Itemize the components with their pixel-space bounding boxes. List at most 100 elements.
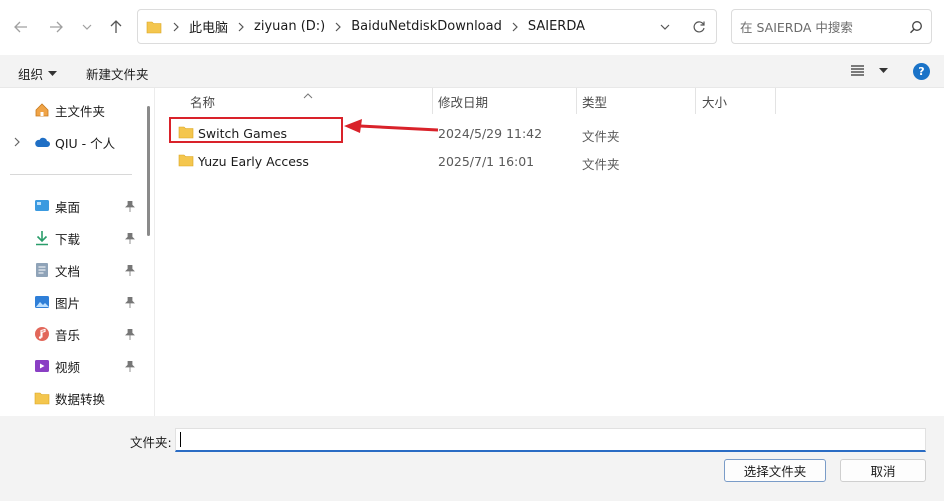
sidebar-item-home[interactable]: 主文件夹 <box>0 97 145 123</box>
folder-field-label: 文件夹: <box>130 435 172 450</box>
home-icon <box>34 102 50 118</box>
organize-menu[interactable]: 组织 <box>18 64 58 83</box>
sidebar-item-videos[interactable]: 视频 <box>0 353 145 379</box>
download-icon <box>34 230 50 246</box>
column-header-name[interactable]: 名称 <box>190 88 215 114</box>
column-divider[interactable] <box>576 88 577 114</box>
pin-icon[interactable] <box>124 200 136 212</box>
breadcrumb-item-drive[interactable]: ziyuan (D:) <box>254 19 325 34</box>
help-icon[interactable]: ? <box>913 63 930 80</box>
picture-icon <box>34 294 50 310</box>
pin-icon[interactable] <box>124 232 136 244</box>
cloud-icon <box>34 134 50 150</box>
sidebar-item-label: 桌面 <box>55 199 81 215</box>
sidebar-item-downloads[interactable]: 下载 <box>0 225 145 251</box>
file-modified: 2024/5/29 11:42 <box>438 126 543 141</box>
sidebar-item-label: 下载 <box>55 231 81 247</box>
file-name: Yuzu Early Access <box>198 154 309 169</box>
up-button[interactable] <box>106 17 126 37</box>
dialog-footer: 文件夹: 选择文件夹 取消 <box>0 416 944 501</box>
list-view-icon <box>851 65 864 76</box>
chevron-down-icon <box>82 24 92 30</box>
column-divider[interactable] <box>432 88 433 114</box>
annotation-arrow-icon <box>344 119 439 133</box>
folder-input[interactable] <box>175 428 926 452</box>
sidebar-item-desktop[interactable]: 桌面 <box>0 193 145 219</box>
back-button[interactable] <box>11 17 31 37</box>
video-icon <box>34 358 50 374</box>
sort-ascending-icon <box>303 88 313 102</box>
sidebar-item-label: 视频 <box>55 359 81 375</box>
chevron-right-icon <box>237 22 245 32</box>
sidebar-item-label: 音乐 <box>55 327 81 343</box>
desktop-icon <box>34 198 50 214</box>
sidebar-item-label: 数据转换 <box>55 391 106 407</box>
pin-icon[interactable] <box>124 328 136 340</box>
column-divider[interactable] <box>695 88 696 114</box>
folder-icon <box>34 390 50 406</box>
arrow-left-icon <box>14 21 27 33</box>
refresh-icon <box>693 20 705 32</box>
sidebar-item-pictures[interactable]: 图片 <box>0 289 145 315</box>
pin-icon[interactable] <box>124 264 136 276</box>
sidebar-item-label: QIU - 个人 <box>55 135 116 151</box>
file-type: 文件夹 <box>582 129 620 144</box>
pin-icon[interactable] <box>124 296 136 308</box>
column-header-size[interactable]: 大小 <box>702 88 727 114</box>
breadcrumb[interactable]: 此电脑 ziyuan (D:) BaiduNetdiskDownload SAI… <box>137 9 717 44</box>
document-icon <box>34 262 50 278</box>
sidebar-item-label: 主文件夹 <box>55 103 106 119</box>
file-list: 名称 修改日期 类型 大小 Switch Games 2024/5/29 11:… <box>156 88 944 416</box>
music-icon <box>34 326 50 342</box>
organize-label: 组织 <box>18 67 44 82</box>
arrow-up-icon <box>110 20 122 33</box>
select-folder-button[interactable]: 选择文件夹 <box>724 459 826 482</box>
sidebar-item-label: 图片 <box>55 295 81 311</box>
search-placeholder: 在 SAIERDA 中搜索 <box>740 20 853 35</box>
annotation-highlight-box <box>169 117 343 143</box>
chevron-right-icon[interactable] <box>9 134 25 150</box>
arrow-right-icon <box>50 21 63 33</box>
table-row[interactable]: Yuzu Early Access 2025/7/1 16:01 文件夹 <box>168 148 938 174</box>
text-caret <box>180 432 181 447</box>
search-button[interactable] <box>901 20 931 34</box>
column-header-modified[interactable]: 修改日期 <box>438 88 488 114</box>
address-row: 此电脑 ziyuan (D:) BaiduNetdiskDownload SAI… <box>0 0 944 55</box>
sidebar-item-label: 文档 <box>55 263 81 279</box>
forward-button[interactable] <box>46 17 66 37</box>
chevron-right-icon <box>511 22 519 32</box>
sidebar-item-documents[interactable]: 文档 <box>0 257 145 283</box>
pin-icon[interactable] <box>124 360 136 372</box>
chevron-down-icon <box>660 24 670 30</box>
path-tools <box>648 10 716 43</box>
file-modified: 2025/7/1 16:01 <box>438 154 535 169</box>
new-folder-button[interactable]: 新建文件夹 <box>86 64 149 83</box>
search-icon <box>910 20 922 33</box>
caret-down-icon <box>48 70 58 76</box>
cancel-button[interactable]: 取消 <box>840 459 926 482</box>
navigation-pane: 主文件夹 QIU - 个人 桌面 下载 文档 图片 音乐 视频 数据转换 <box>0 88 155 416</box>
column-header-type[interactable]: 类型 <box>582 88 607 114</box>
search-input[interactable]: 在 SAIERDA 中搜索 <box>731 9 932 44</box>
folder-icon <box>146 21 162 33</box>
chevron-right-icon <box>334 22 342 32</box>
command-bar: 组织 新建文件夹 ? <box>0 55 944 88</box>
caret-down-icon <box>879 67 888 73</box>
breadcrumb-item-this-pc[interactable]: 此电脑 <box>189 17 228 36</box>
view-options-button[interactable] <box>851 65 888 76</box>
folder-icon <box>178 153 194 170</box>
column-divider[interactable] <box>775 88 776 114</box>
new-folder-label: 新建文件夹 <box>86 67 149 82</box>
chevron-right-icon <box>172 22 180 32</box>
sidebar-item-data-conversion[interactable]: 数据转换 <box>0 385 145 411</box>
sidebar-item-onedrive[interactable]: QIU - 个人 <box>0 129 145 155</box>
recent-locations-button[interactable] <box>77 17 97 37</box>
history-dropdown-button[interactable] <box>648 21 682 33</box>
refresh-button[interactable] <box>682 20 716 34</box>
breadcrumb-item-current[interactable]: SAIERDA <box>528 19 585 34</box>
sidebar-item-music[interactable]: 音乐 <box>0 321 145 347</box>
file-type: 文件夹 <box>582 157 620 172</box>
breadcrumb-item-download[interactable]: BaiduNetdiskDownload <box>351 19 502 34</box>
sidebar-divider <box>10 174 132 175</box>
sidebar-scrollbar-thumb[interactable] <box>147 106 150 236</box>
